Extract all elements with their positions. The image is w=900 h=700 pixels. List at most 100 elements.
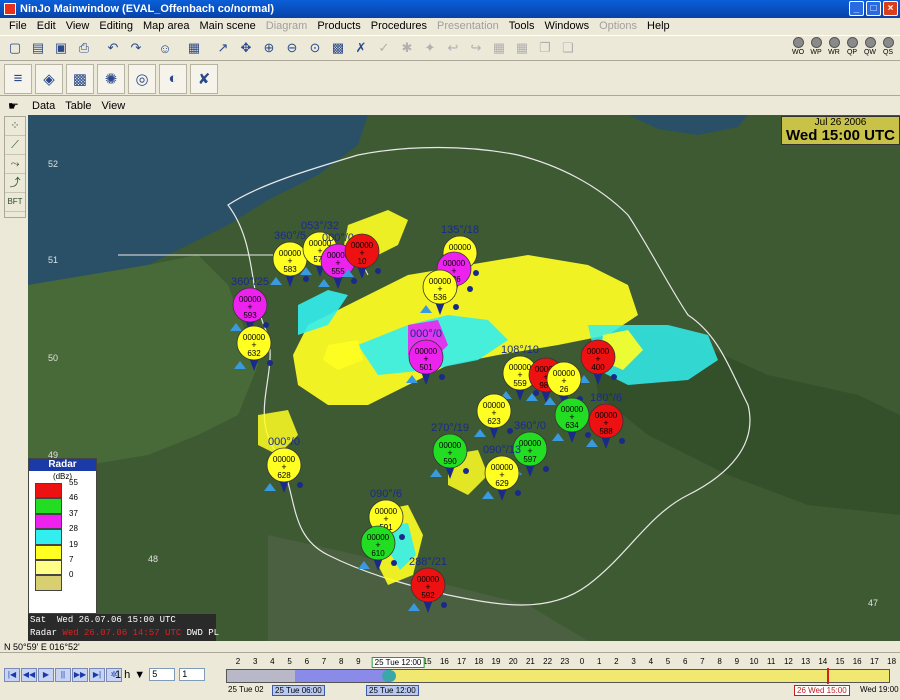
station-pressure: 610 [371,549,385,558]
menu-file[interactable]: File [4,20,32,32]
hand-icon[interactable]: ☛ [8,99,22,113]
layers-icon[interactable]: ≡ [4,63,32,94]
new-icon[interactable]: ▢ [4,37,26,59]
grid2-icon[interactable]: ▦ [511,37,533,59]
station-wind: 090°/13 [483,444,521,456]
date-selected-end: 25 Tue 12:00 [366,685,419,696]
menu-windows[interactable]: Windows [539,20,594,32]
close-button[interactable]: × [883,1,898,16]
undo-icon[interactable]: ↶ [102,37,124,59]
menu-help[interactable]: Help [642,20,675,32]
station-marker[interactable]: 00000+583360°/5 [270,230,309,287]
station-dot [439,374,445,380]
step-select[interactable]: 1 h [115,669,130,681]
menu-diagram[interactable]: Diagram [261,20,313,32]
marker-label: 25 Tue 12:00 [371,657,425,668]
menu-products[interactable]: Products [312,20,365,32]
person-icon[interactable]: ☺ [154,37,176,59]
pan-icon[interactable]: ✥ [235,37,257,59]
polyline-icon[interactable]: ⤳ [5,155,25,174]
move-icon[interactable]: ✦ [419,37,441,59]
menu-view[interactable]: View [61,20,95,32]
zoom-in-icon[interactable]: ⊕ [258,37,280,59]
overlay-icon[interactable]: ▩ [327,37,349,59]
first-frame-icon[interactable]: |◀ [4,668,20,682]
menu-edit[interactable]: Edit [32,20,61,32]
last-frame-icon[interactable]: ▶| [89,668,105,682]
menu-main-scene[interactable]: Main scene [194,20,260,32]
station-dot [585,432,591,438]
view-menu[interactable]: View [102,100,126,112]
station-marker[interactable]: 00000+588180°/6 [586,392,625,449]
print-icon[interactable]: ⎙ [73,37,95,59]
radar-layer-icon[interactable]: ◎ [128,63,156,94]
forward-icon[interactable]: ↪ [465,37,487,59]
date-labels: 25 Tue 02 25 Tue 06:00 25 Tue 12:00 26 W… [226,685,900,699]
menu-tools[interactable]: Tools [504,20,540,32]
range-handle[interactable] [382,670,396,682]
bft-button[interactable]: BFT [5,193,25,212]
window-title: NinJo Mainwindow (EVAL_Offenbach co/norm… [20,3,275,15]
menu-map-area[interactable]: Map area [138,20,194,32]
warning-layer-icon[interactable]: ✘ [190,63,218,94]
hour-label: 5 [287,657,292,666]
station-marker[interactable]: 00000+593360°/25 [230,276,269,333]
table-menu[interactable]: Table [65,100,91,112]
menu-presentation[interactable]: Presentation [432,20,504,32]
step-back-icon[interactable]: ◀◀ [21,668,37,682]
lat-label-51: 51 [48,255,58,265]
time-track[interactable] [226,668,890,684]
station-wind: 360°/0 [514,420,546,432]
menu-options[interactable]: Options [594,20,642,32]
frame-count-spinner[interactable]: 5 [149,668,176,681]
open-icon[interactable]: ▤ [27,37,49,59]
zoom-out-icon[interactable]: ⊖ [281,37,303,59]
paste-icon[interactable]: ❏ [557,37,579,59]
layer-button-qw[interactable]: QW [862,37,878,56]
save-icon[interactable]: ▣ [50,37,72,59]
weather-map[interactable]: 52 51 50 49 48 47 00000+583360°/500000+5… [28,115,900,641]
star-icon[interactable]: ✱ [396,37,418,59]
layer-button-wp[interactable]: WP [808,37,824,56]
layer-icon[interactable]: ▦ [183,37,205,59]
menu-procedures[interactable]: Procedures [366,20,432,32]
path-icon[interactable]: ⤴ [5,174,25,193]
zoom-fit-icon[interactable]: ⊙ [304,37,326,59]
back-icon[interactable]: ↩ [442,37,464,59]
play-icon[interactable]: ▶ [38,668,54,682]
pointer-icon[interactable]: ↗ [212,37,234,59]
station-layer-icon[interactable]: ◐ [159,63,187,94]
layer-button-label: WO [791,49,805,56]
station-marker[interactable]: 00000+592288°/21 [408,556,447,613]
layer-button-wr[interactable]: WR [826,37,842,56]
app-icon [4,3,16,15]
station-marker[interactable]: 00000+590270°/19 [430,422,469,479]
frame-step-spinner[interactable]: 1 [179,668,206,681]
pause-icon[interactable]: || [55,668,71,682]
minimize-button[interactable]: _ [849,1,864,16]
layer-button-wo[interactable]: WO [790,37,806,56]
step-dropdown-icon[interactable]: ▼ [134,669,145,681]
points-icon[interactable]: ⁘ [5,117,25,136]
station-marker[interactable]: 00000+628000°/0 [264,436,303,493]
copy-icon[interactable]: ❐ [534,37,556,59]
observation-layer-icon[interactable]: ✺ [97,63,125,94]
step-forward-icon[interactable]: ▶▶ [72,668,88,682]
grid-layer-icon[interactable]: ▩ [66,63,94,94]
selected-range[interactable] [295,670,391,682]
maximize-button[interactable]: □ [866,1,881,16]
hour-label: 6 [682,657,688,666]
layer-button-qp[interactable]: QP [844,37,860,56]
satellite-layer-icon[interactable]: ◈ [35,63,63,94]
grid-icon[interactable]: ▦ [488,37,510,59]
cancel-icon[interactable]: ✗ [350,37,372,59]
station-marker[interactable]: 00000+501000°/0 [406,328,445,385]
redo-icon[interactable]: ↷ [125,37,147,59]
line-icon[interactable]: ⟋ [5,136,25,155]
station-marker[interactable]: 00000+629090°/13 [482,444,521,501]
check-icon[interactable]: ✓ [373,37,395,59]
data-menu[interactable]: Data [32,100,55,112]
menu-editing[interactable]: Editing [94,20,138,32]
layer-button-qs[interactable]: QS [880,37,896,56]
station-pressure: 588 [599,427,613,436]
